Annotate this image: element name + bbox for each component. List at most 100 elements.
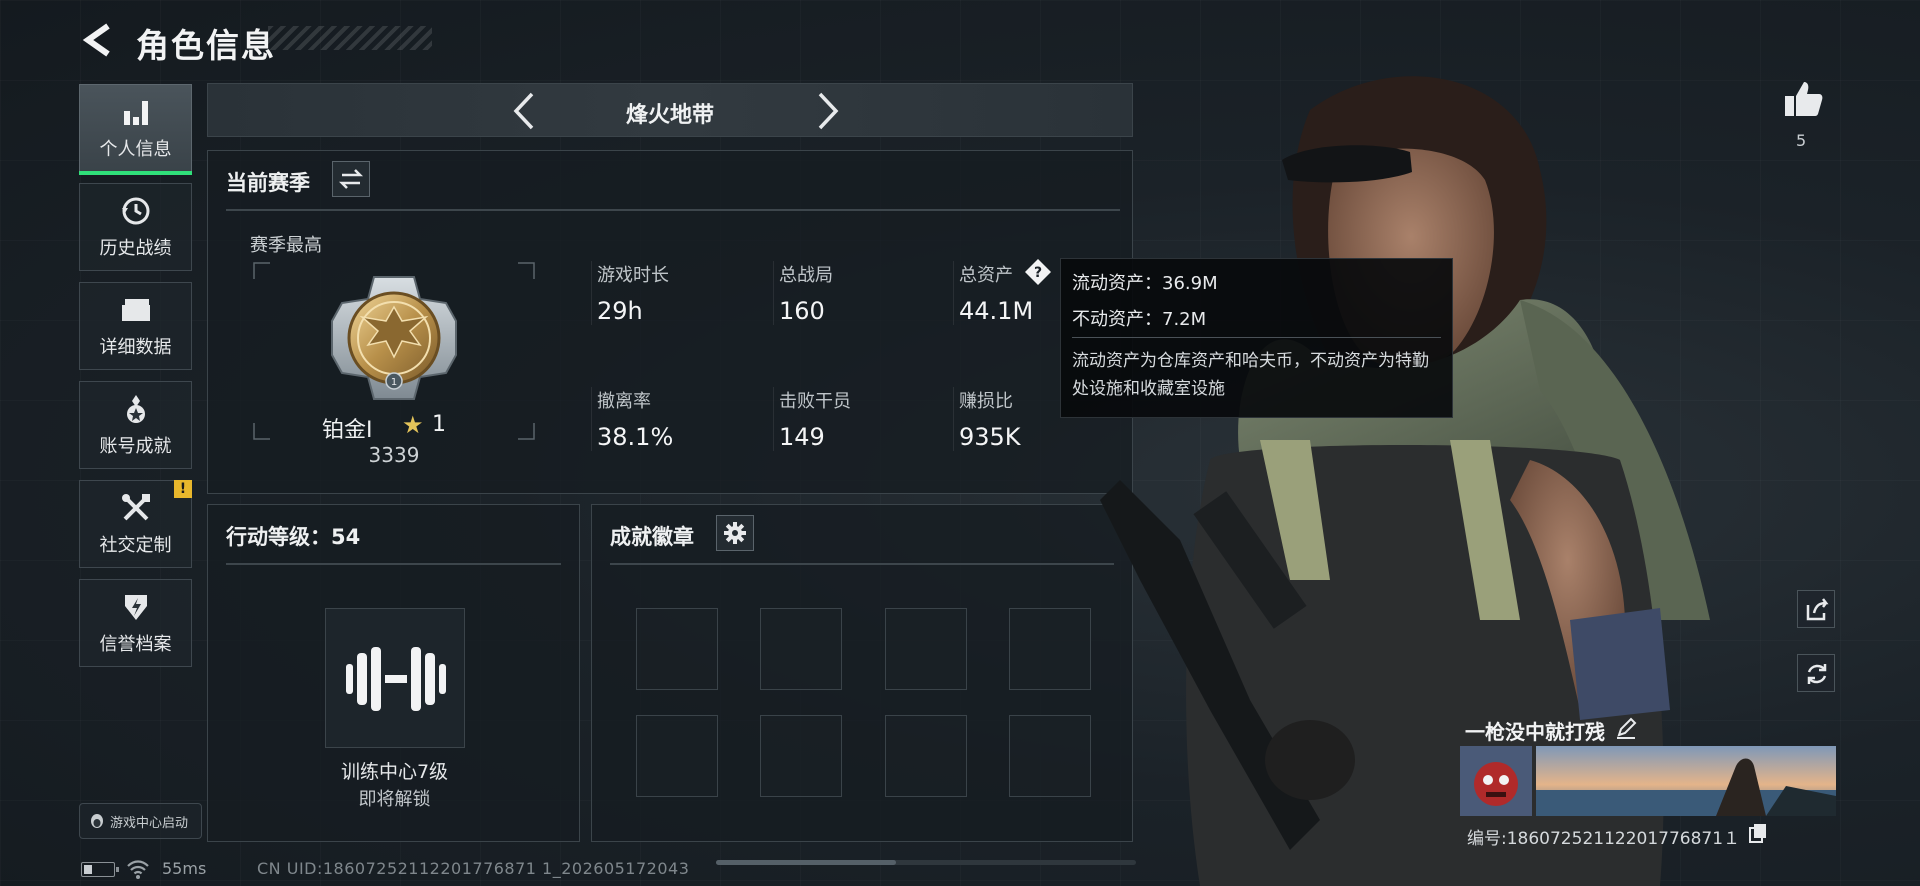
sidebar-item-credit-record[interactable]: 信誉档案 <box>79 579 192 667</box>
sidebar-item-label: 社交定制 <box>99 535 172 556</box>
season-title: 当前赛季 <box>226 171 310 195</box>
season-best-label: 赛季最高 <box>250 235 322 256</box>
stat-value: 149 <box>779 423 825 451</box>
badges-title: 成就徽章 <box>610 525 694 549</box>
sidebar: 个人信息 历史战绩 详细数据 账号成就 ! 社交定制 信誉档案 <box>79 84 192 678</box>
assets-tooltip: 流动资产：36.9M 不动资产：7.2M 流动资产为仓库资产和哈夫币，不动资产为… <box>1060 258 1453 418</box>
warning-badge: ! <box>174 480 192 498</box>
tooltip-divider <box>1072 337 1441 338</box>
game-center-launch-button[interactable]: 游戏中心启动 <box>79 803 202 839</box>
stat-value: 935K <box>959 423 1021 451</box>
player-id: 编号:18607252112201776871１ <box>1467 829 1741 849</box>
wifi-icon <box>127 860 149 879</box>
stat-label: 击败干员 <box>779 391 851 412</box>
tooltip-fixed-assets: 不动资产：7.2M <box>1072 309 1207 330</box>
tooltip-description: 流动资产为仓库资产和哈夫币，不动资产为特勤处设施和收藏室设施 <box>1072 351 1429 399</box>
sidebar-item-social-custom[interactable]: ! 社交定制 <box>79 480 192 568</box>
battery-indicator <box>81 862 119 877</box>
scrollbar-thumb[interactable] <box>716 860 896 865</box>
player-name: 一枪没中就打残 <box>1465 720 1605 744</box>
season-switch-button[interactable] <box>332 161 370 197</box>
sidebar-item-label: 账号成就 <box>99 436 172 457</box>
stat-total-matches: 总战局 160 <box>779 261 833 325</box>
badges-divider <box>610 563 1114 565</box>
dumbbell-icon <box>346 647 446 711</box>
rank-name: 铂金Ⅰ <box>322 418 373 443</box>
svg-text:?: ? <box>1034 265 1042 281</box>
battery-fill <box>84 865 92 874</box>
stat-divider <box>953 387 954 451</box>
svg-text:1: 1 <box>391 377 397 388</box>
uid-text: CN UID:18607252112201776871 1_2026051720… <box>257 859 690 878</box>
badge-slot[interactable] <box>636 608 718 690</box>
sidebar-item-achievements[interactable]: 账号成就 <box>79 381 192 469</box>
copy-icon[interactable] <box>1748 822 1768 844</box>
title-decoration <box>268 26 432 50</box>
training-center-card[interactable] <box>325 608 465 748</box>
mode-switcher: 烽火地带 <box>207 83 1133 137</box>
game-center-label: 游戏中心启动 <box>110 815 189 831</box>
help-icon[interactable]: ? <box>1023 257 1053 287</box>
refresh-button[interactable] <box>1797 654 1835 692</box>
tooltip-liquid-assets: 流动资产：36.9M <box>1072 273 1218 294</box>
stat-divider <box>773 387 774 451</box>
clock-icon <box>121 197 149 225</box>
stat-value: 160 <box>779 297 825 325</box>
penguin-icon <box>91 814 103 828</box>
badge-slot[interactable] <box>885 608 967 690</box>
stat-extraction-rate: 撤离率 38.1% <box>597 387 673 451</box>
stat-label: 游戏时长 <box>597 265 669 286</box>
shield-icon <box>124 595 147 620</box>
platinum-rank-badge-icon: 1 <box>331 276 457 400</box>
sidebar-item-label: 详细数据 <box>99 337 172 358</box>
refresh-icon <box>1807 664 1827 684</box>
stat-profit-loss-ratio: 赚损比 935K <box>959 387 1021 451</box>
folder-icon <box>121 299 150 321</box>
badge-slot[interactable] <box>885 715 967 797</box>
action-level-title: 行动等级：54 <box>226 525 361 549</box>
stat-label: 赚损比 <box>959 391 1013 412</box>
swap-icon <box>338 169 364 189</box>
sidebar-item-history[interactable]: 历史战绩 <box>79 183 192 271</box>
avatar-image <box>1460 746 1532 816</box>
badge-slot[interactable] <box>636 715 718 797</box>
training-center-name: 训练中心7级 <box>340 761 449 783</box>
chevron-right-icon[interactable] <box>808 90 848 132</box>
share-button[interactable] <box>1797 590 1835 628</box>
badge-slot[interactable] <box>760 715 842 797</box>
sidebar-item-detail-data[interactable]: 详细数据 <box>79 282 192 370</box>
gear-icon <box>724 522 746 544</box>
stat-value: 29h <box>597 297 643 325</box>
thumbs-up-icon[interactable] <box>1781 78 1825 122</box>
badge-slot[interactable] <box>760 608 842 690</box>
action-divider <box>226 563 561 565</box>
sidebar-item-label: 信誉档案 <box>99 634 172 655</box>
badge-settings-button[interactable] <box>716 515 754 551</box>
banner-image <box>1536 746 1836 816</box>
tools-icon <box>121 494 150 521</box>
stat-divider <box>591 261 592 325</box>
player-banner[interactable] <box>1536 746 1836 816</box>
mode-title: 烽火地带 <box>625 103 714 128</box>
current-season-panel: 当前赛季 赛季最高 1 铂金Ⅰ ★ 1 3339 游戏时长 29h 总战局 16… <box>207 150 1133 494</box>
achievement-badges-panel: 成就徽章 <box>591 504 1133 842</box>
medal-icon <box>126 395 145 423</box>
rank-stars: 1 <box>432 412 446 437</box>
stat-label: 撤离率 <box>597 391 651 412</box>
ping-display: 55ms <box>162 859 207 878</box>
back-arrow-icon[interactable] <box>78 20 118 60</box>
page-title: 角色信息 <box>136 26 276 65</box>
sidebar-item-label: 个人信息 <box>99 139 172 160</box>
pencil-edit-icon[interactable] <box>1614 716 1638 740</box>
player-avatar[interactable] <box>1460 746 1532 816</box>
stat-operators-defeated: 击败干员 149 <box>779 387 851 451</box>
season-divider <box>226 209 1120 211</box>
stat-divider <box>953 261 954 325</box>
sidebar-item-label: 历史战绩 <box>99 238 172 259</box>
stat-value: 44.1M <box>959 297 1034 325</box>
share-icon <box>1806 598 1829 621</box>
action-level-panel: 行动等级：54 训练中心7级 即将解锁 <box>207 504 580 842</box>
like-count: 5 <box>1796 131 1807 150</box>
sidebar-item-personal-info[interactable]: 个人信息 <box>79 84 192 175</box>
stat-label: 总战局 <box>779 265 833 286</box>
